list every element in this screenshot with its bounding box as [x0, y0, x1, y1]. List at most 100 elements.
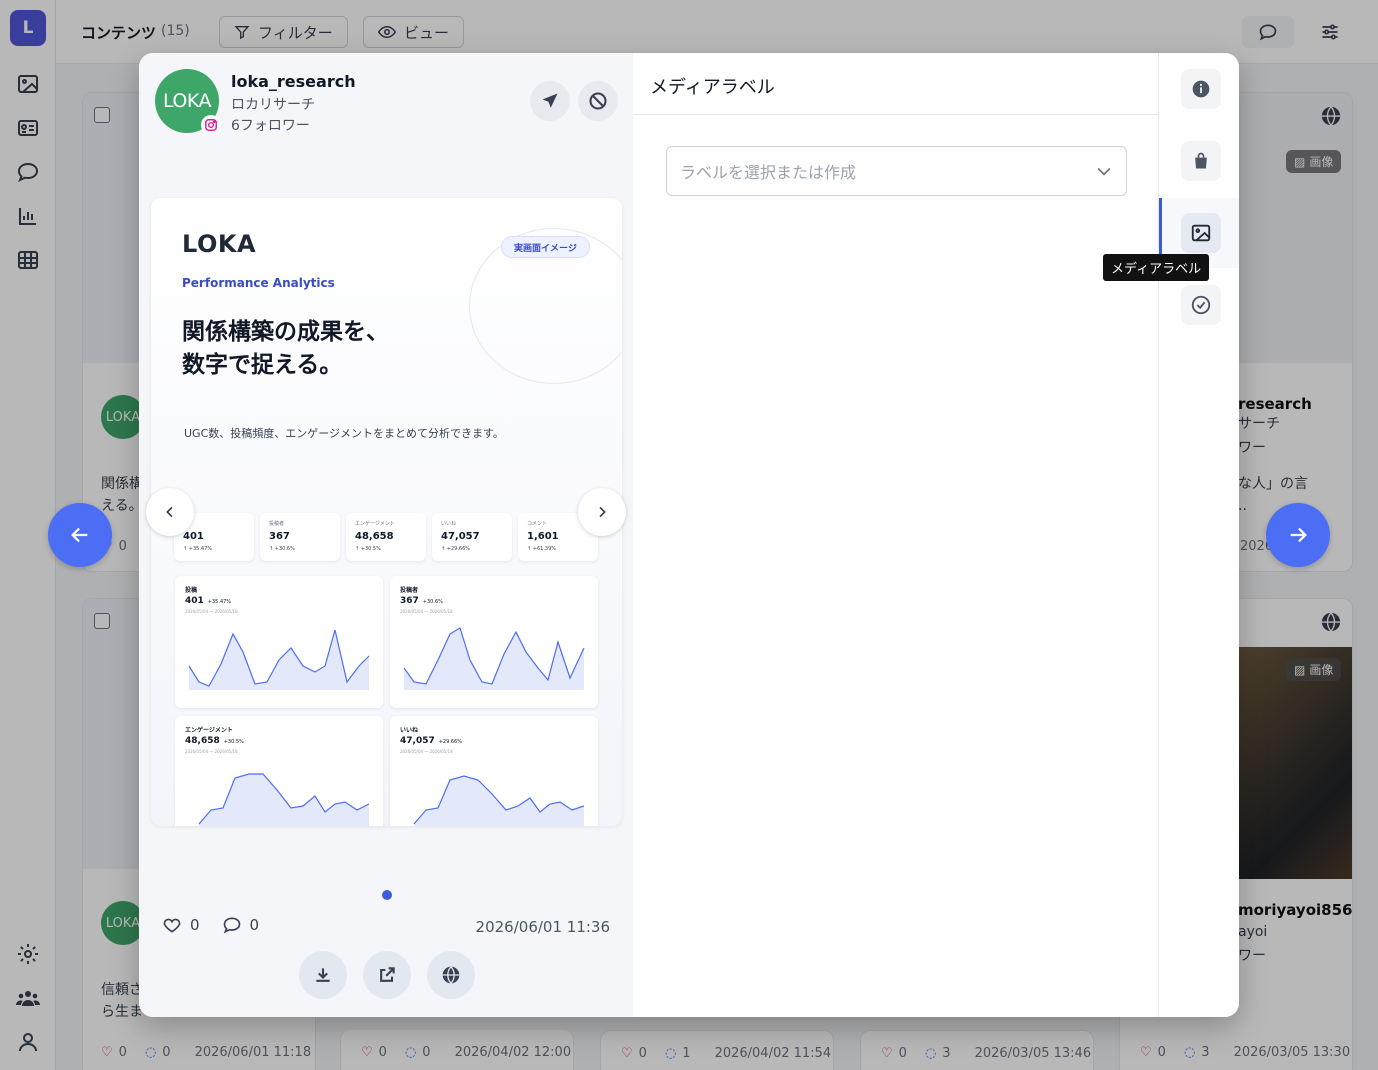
mini-chart-value-text: 367 — [400, 596, 419, 606]
media-pill: 実画面イメージ — [501, 236, 590, 258]
next-content-button[interactable] — [1266, 503, 1330, 567]
info-icon — [1192, 80, 1210, 98]
download-icon — [316, 968, 330, 982]
mini-chart-value-text: 48,658 — [185, 736, 220, 746]
kpi-card: いいね 47,057 ↑ +29.66% — [432, 513, 512, 561]
media-headline-line-2: 数字で捉える。 — [182, 352, 343, 378]
kpi-change: ↑ +29.66% — [441, 546, 471, 552]
mini-chart-card: エンゲージメント 48,658 +30.5% 2026/05/04 〜 2026/… — [175, 716, 383, 826]
mini-chart-card: いいね 47,057 +29.66% 2026/05/04 〜 2026/05/1… — [390, 716, 598, 826]
kpi-label: エンゲージメント — [355, 521, 395, 527]
mini-chart-value: 367 +30.6% — [400, 596, 443, 606]
mini-chart-range: 2026/05/04 〜 2026/05/18 — [400, 749, 453, 754]
paper-plane-icon — [542, 93, 558, 108]
kpi-value: 401 — [183, 531, 204, 542]
mini-line-chart — [198, 773, 370, 826]
mini-line-chart — [413, 775, 585, 826]
mini-chart-value: 401 +35.47% — [185, 596, 231, 606]
tab-products[interactable] — [1181, 141, 1221, 181]
next-slide-button[interactable] — [578, 488, 626, 536]
kpi-value: 47,057 — [441, 531, 480, 542]
kpi-change: ↑ +35.47% — [183, 546, 213, 552]
shopping-bag-icon — [1195, 152, 1207, 169]
open-external-button[interactable] — [363, 951, 411, 999]
tab-media-label[interactable] — [1181, 213, 1221, 253]
comment-icon — [223, 917, 240, 934]
heart-icon — [163, 918, 181, 933]
kpi-label: いいね — [441, 521, 457, 527]
block-button[interactable] — [578, 81, 618, 121]
chevron-down-icon — [1097, 167, 1111, 176]
mini-chart-change: +29.66% — [438, 739, 462, 745]
post-preview-pane: LOKA loka_research ロカリサーチ 6フォロワー LOKA 実画… — [139, 53, 633, 1017]
mini-chart-value-text: 47,057 — [400, 736, 435, 746]
kpi-card: エンゲージメント 48,658 ↑ +30.5% — [346, 513, 426, 561]
ban-icon — [589, 92, 607, 110]
mini-chart-label: 投稿者 — [400, 587, 419, 594]
mini-chart-label: エンゲージメント — [185, 727, 233, 734]
mini-chart-label: 投稿 — [185, 587, 198, 594]
label-select[interactable]: ラベルを選択または作成 — [666, 146, 1127, 196]
post-date: 2026/06/01 11:36 — [475, 918, 610, 936]
account-username[interactable]: loka_research — [231, 72, 356, 91]
public-visibility-button[interactable] — [427, 951, 475, 999]
post-comments: 0 — [249, 916, 260, 934]
kpi-label: コメント — [527, 521, 548, 527]
account-followers: 6フォロワー — [231, 118, 310, 134]
mini-chart-change: +30.5% — [223, 739, 244, 745]
mini-chart-card: 投稿者 367 +30.6% 2026/05/04 〜 2026/05/18 — [390, 576, 598, 708]
mini-chart-range: 2026/05/04 〜 2026/05/18 — [400, 609, 453, 614]
media-description: UGC数、投稿頻度、エンゲージメントをまとめて分析できます。 — [184, 427, 504, 440]
previous-slide-button[interactable] — [146, 488, 194, 536]
mini-chart-value: 48,658 +30.5% — [185, 736, 244, 746]
mini-chart-label: いいね — [400, 727, 419, 734]
post-media-image: LOKA 実画面イメージ Performance Analytics 関係構築の… — [151, 198, 622, 826]
mini-chart-value-text: 401 — [185, 596, 204, 606]
arrow-left-icon — [71, 527, 88, 543]
account-display-name: ロカリサーチ — [231, 97, 315, 113]
check-circle-icon — [1191, 295, 1211, 315]
mini-chart-value: 47,057 +29.66% — [400, 736, 462, 746]
tab-approval[interactable] — [1181, 285, 1221, 325]
panel-title: メディアラベル — [650, 77, 775, 98]
chevron-right-icon — [599, 506, 606, 518]
tab-info[interactable] — [1181, 69, 1221, 109]
post-stats: 0 0 — [162, 915, 259, 935]
panel-divider — [633, 114, 1159, 115]
download-button[interactable] — [299, 951, 347, 999]
mini-chart-card: 投稿 401 +35.47% 2026/05/04 〜 2026/05/18 — [175, 576, 383, 708]
content-detail-modal: LOKA loka_research ロカリサーチ 6フォロワー LOKA 実画… — [139, 53, 1239, 1017]
media-headline: 関係構築の成果を、 数字で捉える。 — [182, 316, 389, 382]
kpi-label: 投稿者 — [269, 521, 285, 527]
instagram-icon — [205, 119, 217, 131]
kpi-change: ↑ +30.6% — [269, 546, 295, 552]
kpi-card: 投稿者 367 ↑ +30.6% — [260, 513, 340, 561]
media-logo: LOKA — [182, 230, 257, 258]
post-likes: 0 — [190, 916, 200, 934]
globe-icon — [442, 966, 460, 984]
kpi-change: ↑ +30.5% — [355, 546, 381, 552]
kpi-value: 367 — [269, 531, 290, 542]
mini-line-chart — [188, 629, 370, 690]
mini-chart-change: +35.47% — [207, 599, 232, 605]
mini-chart-range: 2026/05/04 〜 2026/05/18 — [185, 609, 238, 614]
chevron-left-icon — [166, 506, 173, 518]
detail-tab-rail — [1159, 53, 1239, 1017]
label-select-placeholder: ラベルを選択または作成 — [680, 163, 857, 182]
media-subtitle: Performance Analytics — [182, 276, 335, 290]
instagram-badge — [201, 115, 221, 135]
image-icon — [1191, 224, 1211, 242]
slide-indicator-dot[interactable] — [382, 890, 392, 900]
media-label-panel: メディアラベル ラベルを選択または作成 — [633, 53, 1159, 1017]
mini-line-chart — [403, 627, 585, 690]
external-link-icon — [380, 967, 395, 982]
kpi-value: 1,601 — [527, 531, 559, 542]
previous-content-button[interactable] — [48, 503, 112, 567]
media-headline-line-1: 関係構築の成果を、 — [182, 319, 389, 345]
mini-chart-range: 2026/05/04 〜 2026/05/18 — [185, 749, 238, 754]
mini-chart-change: +30.6% — [422, 599, 443, 605]
kpi-value: 48,658 — [355, 531, 394, 542]
send-message-button[interactable] — [530, 81, 570, 121]
kpi-change: ↑ +61.39% — [527, 546, 557, 552]
tab-tooltip: メディアラベル — [1103, 254, 1210, 281]
